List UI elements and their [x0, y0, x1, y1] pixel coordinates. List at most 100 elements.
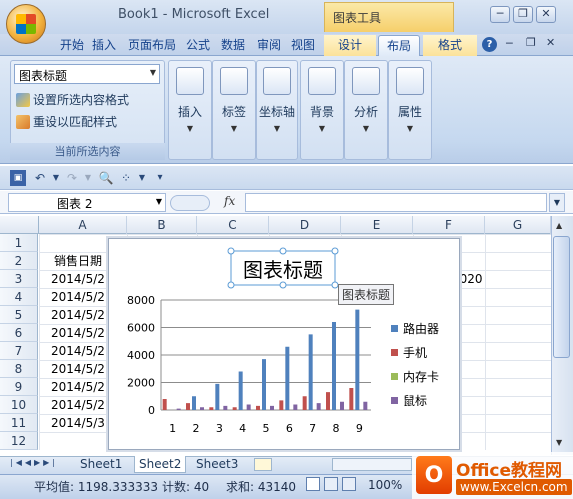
- chevron-down-icon: ▼: [273, 124, 281, 133]
- row-header-9[interactable]: 9: [0, 378, 38, 396]
- print-preview-icon[interactable]: 🔍: [98, 170, 114, 186]
- cell-a4[interactable]: 2014/5/2: [51, 288, 105, 306]
- row-header-6[interactable]: 6: [0, 324, 38, 342]
- status-sum: 求和: 43140: [226, 480, 297, 494]
- page-break-view-icon[interactable]: [342, 477, 356, 491]
- tab-page-layout[interactable]: 页面布局: [124, 35, 180, 56]
- bar-4-series-2: [232, 407, 237, 410]
- cell-a7[interactable]: 2014/5/2: [51, 342, 105, 360]
- cell-a5[interactable]: 2014/5/2: [51, 306, 105, 324]
- column-header-f[interactable]: F: [413, 216, 485, 234]
- row-header-1[interactable]: 1: [0, 234, 38, 252]
- cell-a2[interactable]: 销售日期: [54, 252, 102, 270]
- formula-resize-handle[interactable]: [170, 195, 210, 211]
- tab-insert[interactable]: 插入: [88, 35, 120, 56]
- legend-swatch-3: [391, 373, 398, 380]
- name-box[interactable]: 图表 2 ▼: [8, 193, 166, 212]
- insert-function-button[interactable]: fx: [224, 194, 235, 208]
- chevron-down-icon: ▼: [230, 124, 238, 133]
- insert-button[interactable]: 插入 ▼: [168, 60, 212, 160]
- insert-sheet-icon[interactable]: [254, 458, 272, 471]
- tab-home[interactable]: 开始: [56, 35, 88, 56]
- row-header-5[interactable]: 5: [0, 306, 38, 324]
- analysis-button[interactable]: 分析 ▼: [344, 60, 388, 160]
- chevron-down-icon: ▼: [362, 124, 370, 133]
- tab-view[interactable]: 视图: [287, 35, 319, 56]
- row-header-2[interactable]: 2: [0, 252, 38, 270]
- legend-swatch-2: [391, 349, 398, 356]
- tab-formulas[interactable]: 公式: [182, 35, 214, 56]
- x-tick-label: 1: [169, 422, 176, 435]
- column-header-b[interactable]: B: [127, 216, 197, 234]
- save-icon[interactable]: ▣: [10, 170, 26, 186]
- ribbon-restore-icon[interactable]: ❐: [526, 36, 536, 49]
- row-header-4[interactable]: 4: [0, 288, 38, 306]
- page-layout-view-icon[interactable]: [324, 477, 338, 491]
- row-header-10[interactable]: 10: [0, 396, 38, 414]
- cell-a3[interactable]: 2014/5/2: [51, 270, 105, 288]
- customize-qat-icon[interactable]: ▾: [152, 170, 168, 186]
- column-header-d[interactable]: D: [269, 216, 341, 234]
- properties-button[interactable]: 属性 ▼: [388, 60, 432, 160]
- expand-formula-icon[interactable]: ▼: [549, 193, 565, 212]
- cell-a11[interactable]: 2014/5/3: [51, 414, 105, 432]
- office-button[interactable]: [6, 4, 46, 44]
- chart-element-select[interactable]: 图表标题 ▼: [14, 64, 160, 84]
- column-header-a[interactable]: A: [39, 216, 127, 234]
- horizontal-scrollbar[interactable]: [332, 458, 412, 471]
- background-button[interactable]: 背景 ▼: [300, 60, 344, 160]
- undo-icon[interactable]: ↶: [32, 170, 48, 186]
- cell-a6[interactable]: 2014/5/2: [51, 324, 105, 342]
- select-dropdown-icon[interactable]: ▼: [134, 170, 150, 186]
- select-objects-icon[interactable]: ⁘: [118, 170, 134, 186]
- row-header-3[interactable]: 3: [0, 270, 38, 288]
- reset-style-button[interactable]: 重设以匹配样式: [16, 113, 117, 130]
- row-header-8[interactable]: 8: [0, 360, 38, 378]
- y-tick-label: 6000: [127, 322, 155, 335]
- tab-layout[interactable]: 布局: [378, 35, 420, 56]
- bar-3-series-4: [223, 405, 228, 410]
- formula-input[interactable]: [245, 193, 547, 212]
- row-header-7[interactable]: 7: [0, 342, 38, 360]
- sheet-tab-1[interactable]: Sheet1: [76, 456, 126, 473]
- close-button[interactable]: ✕: [536, 6, 556, 23]
- select-all-button[interactable]: [0, 216, 39, 234]
- zoom-level[interactable]: 100%: [368, 478, 402, 492]
- tab-review[interactable]: 审阅: [253, 35, 285, 56]
- column-header-g[interactable]: G: [485, 216, 551, 234]
- minimize-button[interactable]: ─: [490, 6, 510, 23]
- watermark-url: www.Excelcn.com: [456, 479, 572, 495]
- chart-area[interactable]: 0 2000 4000 6000 8000 1 2 3 4 5 6 7 8 9 路由器 手机 内存卡 鼠标 图表标题: [108, 238, 460, 450]
- title-resize-handle: [227, 281, 235, 289]
- row-header-11[interactable]: 11: [0, 414, 38, 432]
- tab-data[interactable]: 数据: [217, 35, 249, 56]
- restore-button[interactable]: ❐: [513, 6, 533, 23]
- row-header-12[interactable]: 12: [0, 432, 38, 450]
- ribbon-minimize-icon[interactable]: ─: [506, 37, 513, 50]
- sheet-tab-3[interactable]: Sheet3: [192, 456, 242, 473]
- axes-button[interactable]: 坐标轴 ▼: [256, 60, 298, 160]
- tab-design[interactable]: 设计: [324, 35, 376, 56]
- labels-button[interactable]: 标签 ▼: [212, 60, 256, 160]
- tab-format[interactable]: 格式: [423, 35, 477, 56]
- sheet-tab-2[interactable]: Sheet2: [134, 456, 187, 473]
- redo-dropdown-icon[interactable]: ▼: [80, 170, 96, 186]
- sheet-nav-icon[interactable]: |◀◀▶▶|: [10, 458, 58, 467]
- normal-view-icon[interactable]: [306, 477, 320, 491]
- redo-icon[interactable]: ↷: [64, 170, 80, 186]
- cell-a8[interactable]: 2014/5/2: [51, 360, 105, 378]
- undo-dropdown-icon[interactable]: ▼: [48, 170, 64, 186]
- title-resize-handle: [227, 247, 235, 255]
- scroll-up-icon[interactable]: ▲: [556, 221, 562, 230]
- cell-a10[interactable]: 2014/5/2: [51, 396, 105, 414]
- vertical-scroll-thumb[interactable]: [553, 236, 570, 358]
- y-tick-label: 8000: [127, 294, 155, 307]
- help-icon[interactable]: ?: [482, 37, 497, 52]
- column-header-e[interactable]: E: [341, 216, 413, 234]
- cell-a9[interactable]: 2014/5/2: [51, 378, 105, 396]
- format-selection-button[interactable]: 设置所选内容格式: [16, 91, 129, 108]
- column-header-c[interactable]: C: [197, 216, 269, 234]
- ribbon-close-icon[interactable]: ✕: [546, 36, 555, 49]
- bar-9-series-1: [355, 309, 360, 410]
- scroll-down-icon[interactable]: ▼: [556, 438, 562, 447]
